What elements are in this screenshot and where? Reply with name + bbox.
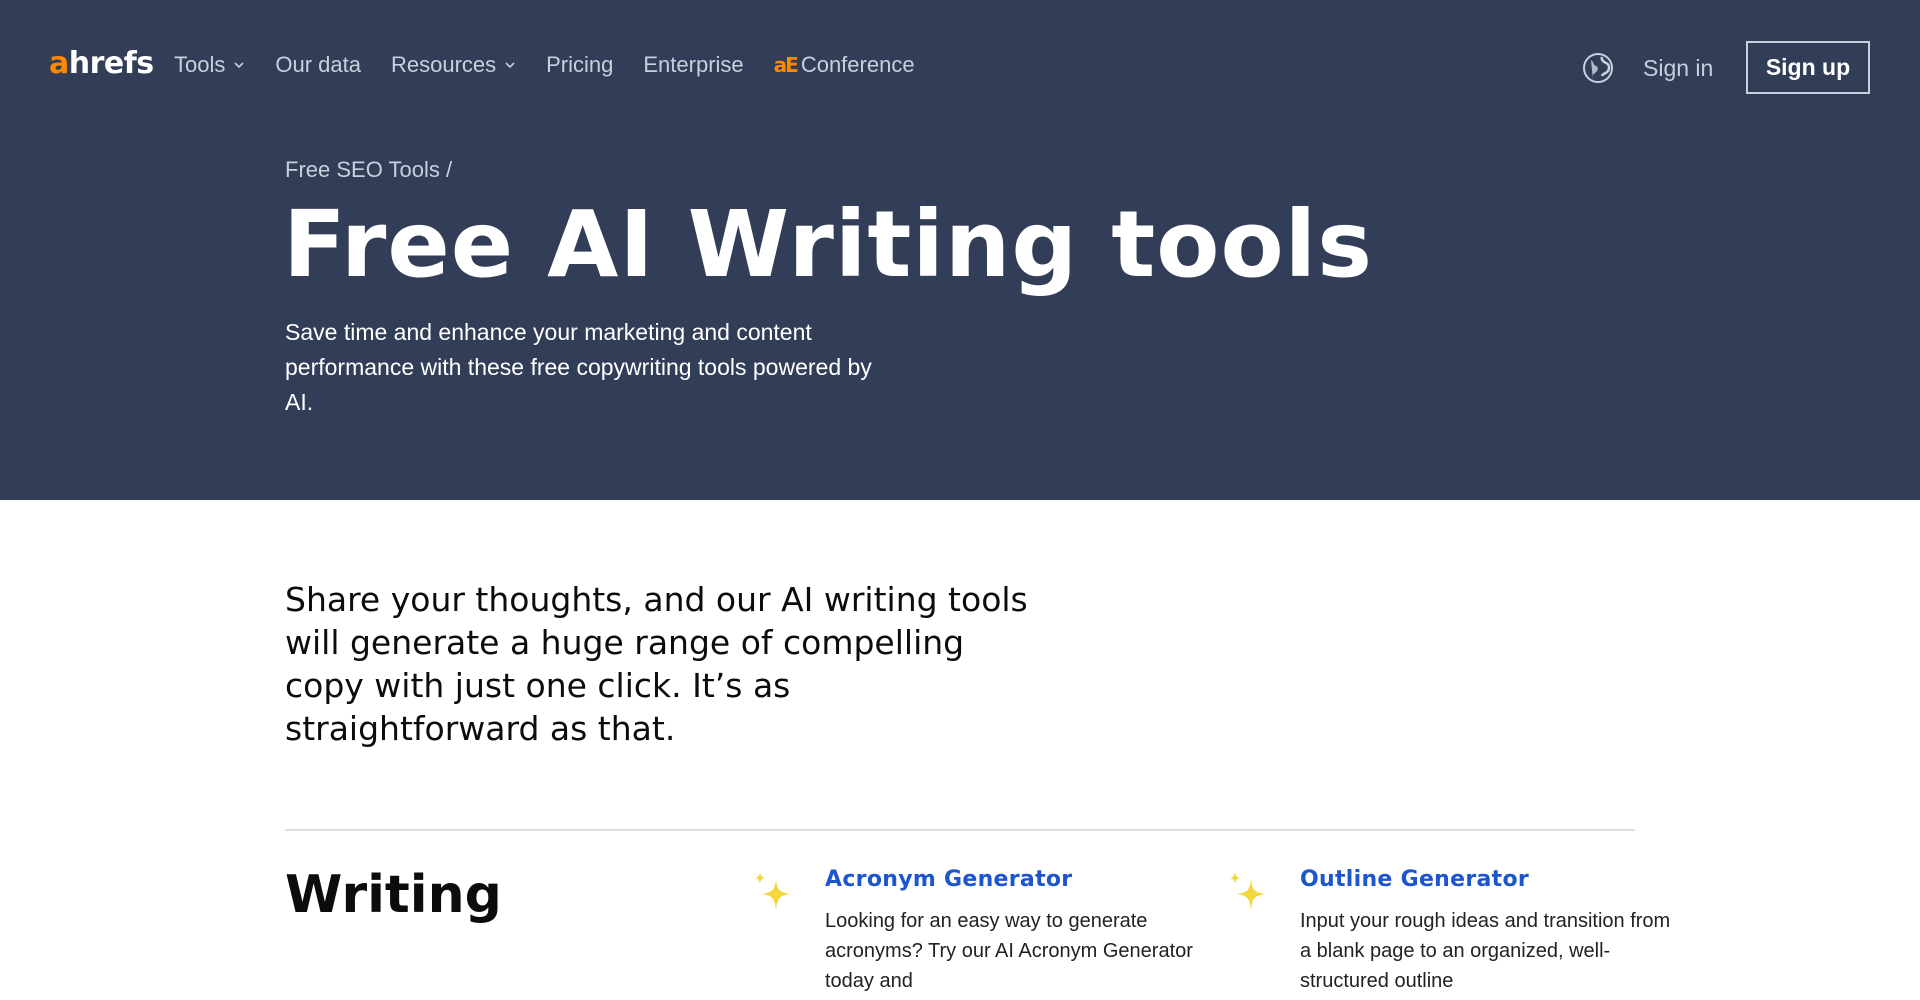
hero-header: ahrefs Tools Our data Resources Pricing … <box>0 0 1920 500</box>
ahrefs-logo[interactable]: ahrefs <box>49 44 154 84</box>
section-divider <box>285 829 1635 831</box>
nav-item-enterprise[interactable]: Enterprise <box>643 52 743 78</box>
section-title: Writing <box>285 865 502 925</box>
nav-item-pricing[interactable]: Pricing <box>546 52 613 78</box>
page-title: Free AI Writing tools <box>283 191 1373 298</box>
chevron-down-icon <box>505 62 515 69</box>
chevron-down-icon <box>234 62 244 69</box>
tool-description: Looking for an easy way to generate acro… <box>825 910 1193 992</box>
nav-links: Tools Our data Resources Pricing Enterpr… <box>174 48 945 82</box>
nav-item-tools[interactable]: Tools <box>174 52 245 78</box>
intro-text: Share your thoughts, and our AI writing … <box>285 580 1028 748</box>
tool-description: Input your rough ideas and transition fr… <box>1300 910 1671 992</box>
sign-up-button[interactable]: Sign up <box>1746 41 1870 94</box>
top-nav: ahrefs Tools Our data Resources Pricing … <box>0 0 1920 132</box>
nav-item-resources[interactable]: Resources <box>391 52 516 78</box>
tool-link[interactable]: Outline Generator <box>1300 864 1680 896</box>
hero-subtitle: Save time and enhance your marketing and… <box>285 319 872 415</box>
tool-card-outline-generator[interactable]: Outline Generator Input your rough ideas… <box>1230 864 1680 996</box>
tool-link[interactable]: Acronym Generator <box>825 864 1205 896</box>
sign-in-link[interactable]: Sign in <box>1643 52 1713 84</box>
nav-item-our-data[interactable]: Our data <box>275 52 361 78</box>
nav-item-conference[interactable]: aE Conference <box>774 52 915 78</box>
breadcrumb[interactable]: Free SEO Tools / <box>285 155 452 185</box>
tool-card-acronym-generator[interactable]: Acronym Generator Looking for an easy wa… <box>755 864 1205 996</box>
globe-icon[interactable] <box>1582 52 1614 84</box>
sparkle-icon <box>1230 872 1265 910</box>
conference-logo-icon: aE <box>773 53 799 77</box>
sparkle-icon <box>755 872 790 910</box>
